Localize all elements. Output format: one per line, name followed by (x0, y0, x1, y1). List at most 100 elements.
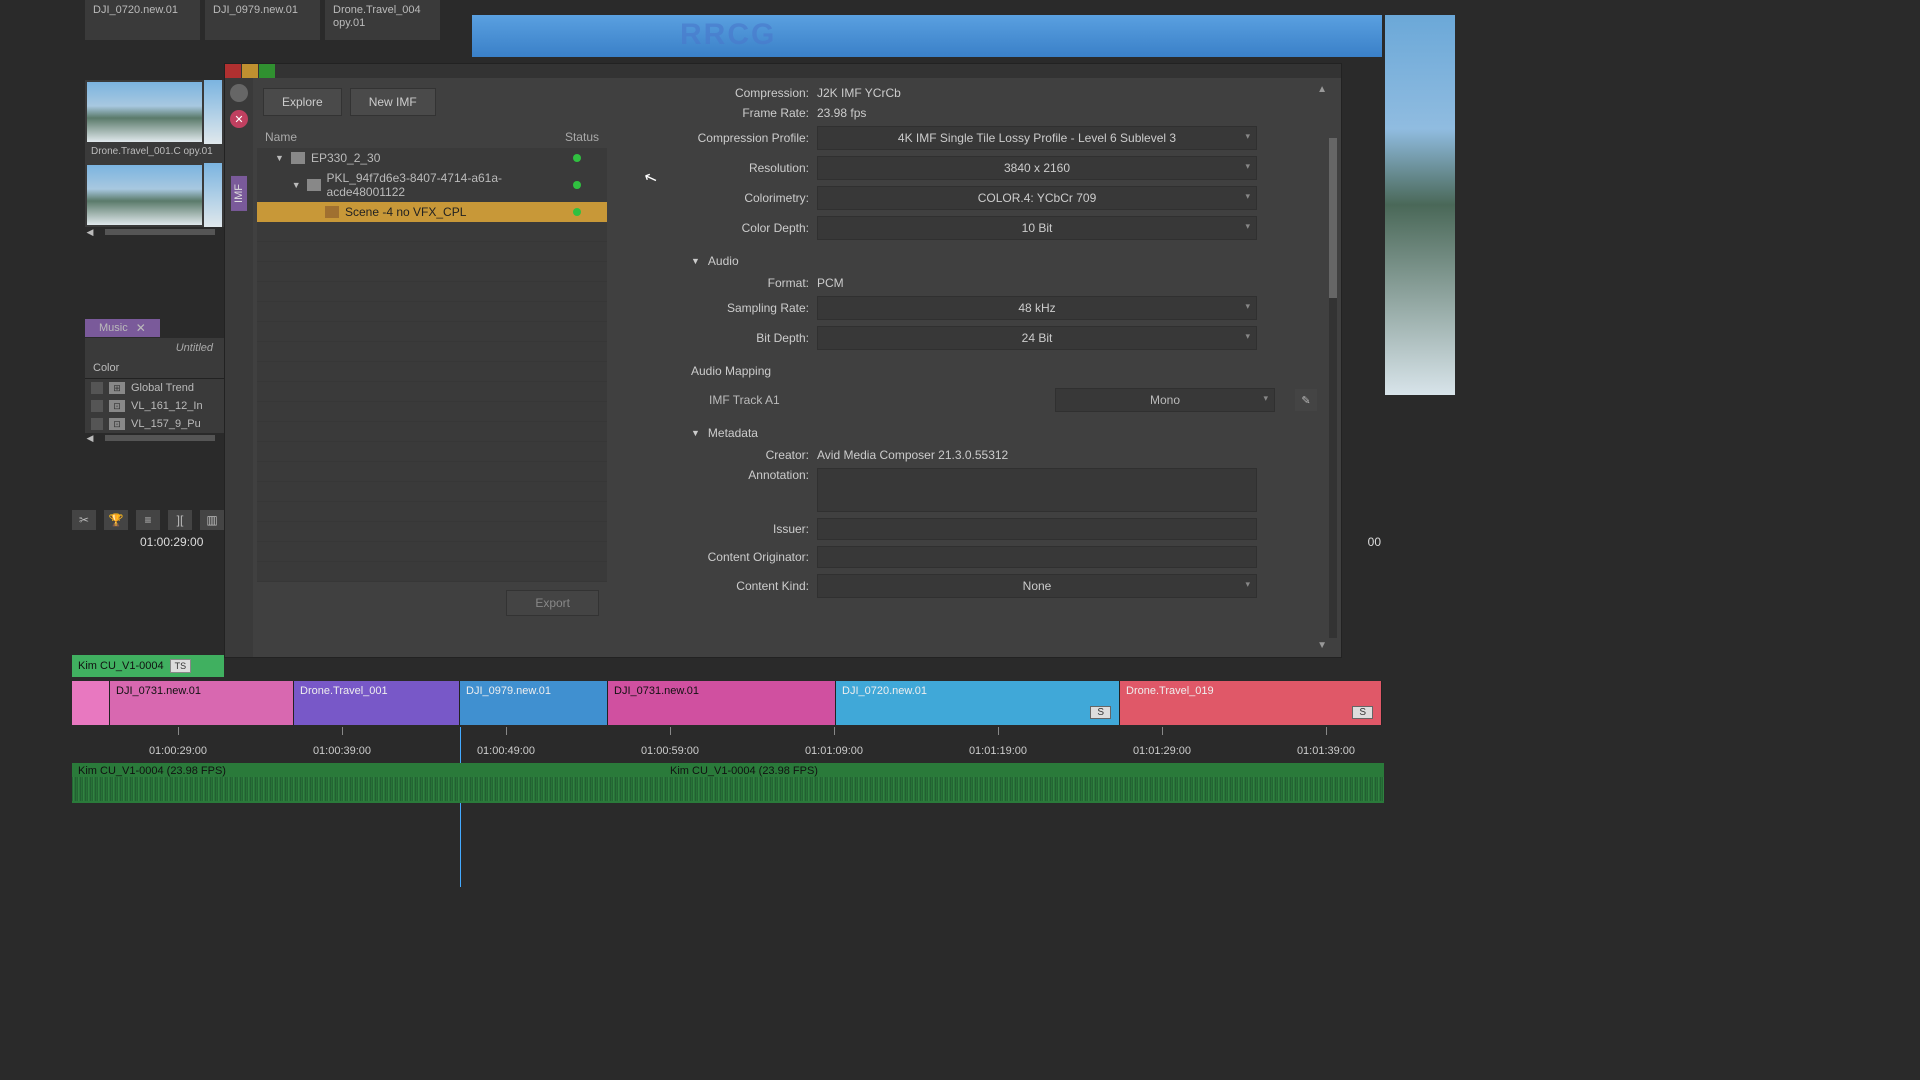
bin-item[interactable]: Drone.Travel_004 opy.01 (325, 0, 440, 40)
music-panel: Music ✕ Untitled Color ⊞Global Trend ⊡VL… (85, 318, 225, 443)
scrollbar-horizontal[interactable]: ◀ (85, 433, 225, 443)
checkbox[interactable] (91, 418, 103, 430)
label-audioformat: Format: (641, 276, 817, 290)
playhead[interactable] (460, 727, 461, 887)
disclosure-icon[interactable]: ▼ (275, 153, 285, 163)
select-colorimetry[interactable]: COLOR.4: YCbCr 709 (817, 186, 1257, 210)
dialog-titlebar[interactable] (225, 64, 1341, 78)
timeline-audio-track[interactable]: Kim CU_V1-0004 (23.98 FPS)Kim CU_V1-0004… (72, 763, 1384, 803)
timecode-display: 01:00:29:00 (140, 535, 203, 549)
tree-row-pkl[interactable]: ▼ PKL_94f7d6e3-8407-4714-a61a-acde480011… (257, 168, 607, 202)
close-icon[interactable]: ✕ (136, 321, 146, 335)
tool-button[interactable]: ✂ (72, 510, 96, 530)
imf-side-label: IMF (231, 176, 247, 211)
section-audio[interactable]: ▼Audio (691, 254, 1317, 268)
status-ok-icon (573, 181, 581, 189)
timeline-video-track[interactable]: DJI_0731.new.01Drone.Travel_001DJI_0979.… (72, 681, 1384, 725)
explore-button[interactable]: Explore (263, 88, 342, 116)
list-item[interactable]: ⊡VL_157_9_Pu (85, 415, 225, 433)
collapse-down-icon[interactable]: ▼ (1317, 640, 1327, 651)
select-profile[interactable]: 4K IMF Single Tile Lossy Profile - Level… (817, 126, 1257, 150)
collapse-up-icon[interactable]: ▲ (1317, 84, 1327, 95)
bin-row: DJI_0720.new.01 DJI_0979.new.01 Drone.Tr… (85, 0, 440, 40)
new-imf-button[interactable]: New IMF (350, 88, 436, 116)
viewer-right (1385, 15, 1455, 395)
column-header[interactable]: Color (85, 358, 225, 379)
select-bitdepth[interactable]: 24 Bit (817, 326, 1257, 350)
clip-label: Drone.Travel_001.C opy.01 (85, 144, 225, 159)
tree-row-cpl[interactable]: Scene -4 no VFX_CPL (257, 202, 607, 222)
timeline-ruler[interactable]: 01:00:29:0001:00:39:0001:00:49:0001:00:5… (72, 727, 1384, 763)
tool-button[interactable]: ][ (168, 510, 192, 530)
clip-browser: Drone.Travel_001.C opy.01 ◀ (85, 80, 225, 237)
timeline-clip[interactable] (72, 681, 110, 725)
watermark: RRCG (680, 18, 776, 52)
checkbox[interactable] (91, 400, 103, 412)
label-originator: Content Originator: (641, 550, 817, 564)
timeline-clip[interactable]: DJI_0979.new.01 (460, 681, 608, 725)
tool-button[interactable]: 🏆 (104, 510, 128, 530)
timecode-label: 01:01:09:00 (805, 745, 863, 757)
export-button[interactable]: Export (506, 590, 599, 616)
window-close-button[interactable] (225, 64, 241, 78)
timecode-label: 01:01:29:00 (1133, 745, 1191, 757)
label-creator: Creator: (641, 448, 817, 462)
window-maximize-button[interactable] (259, 64, 275, 78)
cpl-icon (325, 206, 339, 218)
input-originator[interactable] (817, 546, 1257, 568)
edit-mapping-button[interactable]: ✎ (1295, 389, 1317, 411)
disclosure-icon[interactable]: ▼ (292, 180, 301, 190)
list-item[interactable]: ⊞Global Trend (85, 379, 225, 397)
ts-badge: TS (170, 659, 192, 673)
select-contentkind[interactable]: None (817, 574, 1257, 598)
tool-button[interactable]: ≡ (136, 510, 160, 530)
timecode-label: 01:00:39:00 (313, 745, 371, 757)
disclosure-icon[interactable]: ▼ (691, 256, 700, 266)
scrollbar-vertical[interactable] (1329, 138, 1337, 638)
timeline-source-clip[interactable]: Kim CU_V1-0004 TS (72, 655, 224, 677)
label-resolution: Resolution: (641, 161, 817, 175)
input-annotation[interactable] (817, 468, 1257, 512)
select-track-a1[interactable]: Mono (1055, 388, 1275, 412)
timeline-audio-clip[interactable]: Kim CU_V1-0004 (23.98 FPS) (664, 763, 1044, 803)
label-compression: Compression: (641, 86, 817, 100)
viewer-top (472, 15, 1382, 57)
section-metadata[interactable]: ▼Metadata (691, 426, 1317, 440)
clip-thumbnail[interactable] (87, 165, 202, 225)
clip-thumbnail[interactable] (87, 82, 202, 142)
label-issuer: Issuer: (641, 522, 817, 536)
list-item[interactable]: ⊡VL_161_12_In (85, 397, 225, 415)
dialog-left-pane: Explore New IMF Name Status ▼ EP330_2_30 (253, 78, 611, 657)
timeline-audio-clip[interactable]: Kim CU_V1-0004 (23.98 FPS) (72, 763, 662, 803)
value-framerate: 23.98 fps (817, 106, 866, 120)
tree-row-folder[interactable]: ▼ EP330_2_30 (257, 148, 607, 168)
scroll-left-icon[interactable]: ◀ (85, 227, 95, 238)
checkbox[interactable] (91, 382, 103, 394)
label-contentkind: Content Kind: (641, 579, 817, 593)
select-resolution[interactable]: 3840 x 2160 (817, 156, 1257, 180)
target-icon[interactable] (230, 84, 248, 102)
column-name[interactable]: Name (265, 130, 565, 144)
timeline-clip[interactable]: DJI_0731.new.01 (110, 681, 294, 725)
bin-item[interactable]: DJI_0979.new.01 (205, 0, 320, 40)
cancel-icon[interactable]: ✕ (230, 110, 248, 128)
timeline-clip[interactable]: DJI_0731.new.01 (608, 681, 836, 725)
tool-button[interactable]: ▥ (200, 510, 224, 530)
scroll-left-icon[interactable]: ◀ (85, 433, 95, 444)
timeline-clip[interactable]: Drone.Travel_001 (294, 681, 460, 725)
select-colordepth[interactable]: 10 Bit (817, 216, 1257, 240)
timeline-clip[interactable]: DJI_0720.new.01S (836, 681, 1120, 725)
status-ok-icon (573, 154, 581, 162)
input-issuer[interactable] (817, 518, 1257, 540)
value-creator: Avid Media Composer 21.3.0.55312 (817, 448, 1008, 462)
column-status[interactable]: Status (565, 130, 599, 144)
document-icon (307, 179, 320, 191)
bin-item[interactable]: DJI_0720.new.01 (85, 0, 200, 40)
label-colorimetry: Colorimetry: (641, 191, 817, 205)
timeline-clip[interactable]: Drone.Travel_019S (1120, 681, 1382, 725)
disclosure-icon[interactable]: ▼ (691, 428, 700, 438)
scrollbar-horizontal[interactable]: ◀ (85, 227, 225, 237)
select-samplingrate[interactable]: 48 kHz (817, 296, 1257, 320)
window-minimize-button[interactable] (242, 64, 258, 78)
tab-music[interactable]: Music ✕ (85, 319, 160, 337)
